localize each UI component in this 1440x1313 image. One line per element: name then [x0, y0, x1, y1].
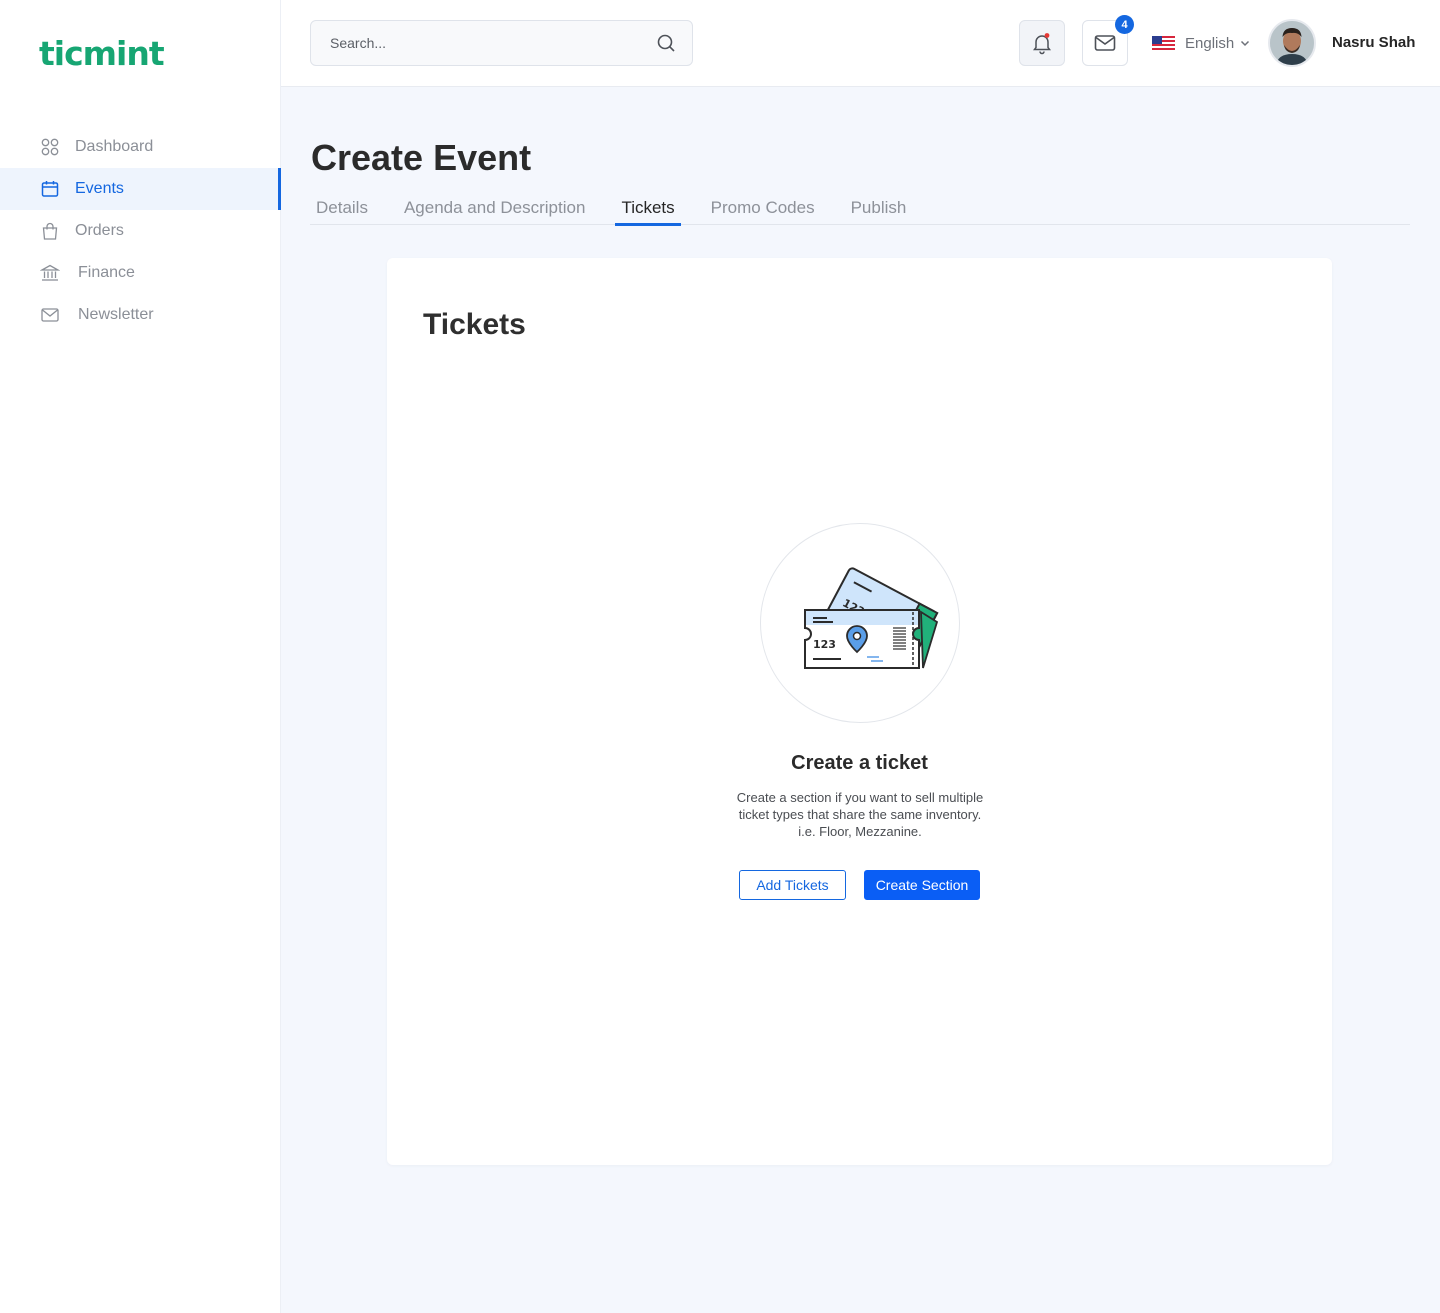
- page-title: Create Event: [311, 137, 532, 178]
- top-header: 4 English Nasru Shah: [281, 0, 1440, 87]
- sidebar: ticmint Dashboard Events Orders Finance …: [0, 0, 281, 1313]
- calendar-icon: [40, 179, 60, 199]
- language-label: English: [1185, 34, 1235, 52]
- mail-icon: [40, 305, 60, 325]
- tab-agenda-and-description[interactable]: Agenda and Description: [398, 196, 591, 225]
- tickets-illustration: 123 123: [760, 523, 960, 723]
- search-icon[interactable]: [656, 33, 676, 53]
- mail-icon: [1093, 31, 1117, 55]
- message-count-badge: 4: [1115, 15, 1134, 34]
- language-selector[interactable]: English: [1152, 31, 1251, 55]
- tab-publish[interactable]: Publish: [845, 196, 913, 225]
- shopping-bag-icon: [40, 221, 60, 241]
- messages-button[interactable]: 4: [1082, 15, 1134, 66]
- sidebar-item-orders[interactable]: Orders: [0, 210, 281, 252]
- user-avatar[interactable]: [1268, 19, 1316, 67]
- sidebar-item-label: Events: [75, 180, 124, 197]
- create-section-button[interactable]: Create Section: [864, 870, 980, 900]
- sidebar-item-newsletter[interactable]: Newsletter: [0, 294, 281, 336]
- sidebar-item-dashboard[interactable]: Dashboard: [0, 126, 281, 168]
- sidebar-item-label: Finance: [78, 264, 135, 281]
- us-flag-icon: [1152, 36, 1175, 50]
- brand-logo[interactable]: ticmint: [39, 34, 165, 73]
- bell-icon: [1030, 31, 1054, 55]
- sidebar-item-label: Dashboard: [75, 138, 154, 155]
- sidebar-item-label: Newsletter: [78, 306, 154, 323]
- user-name[interactable]: Nasru Shah: [1332, 34, 1415, 51]
- front-ticket-number: 123: [813, 638, 836, 651]
- notifications-button[interactable]: [1019, 20, 1065, 66]
- tab-promo-codes[interactable]: Promo Codes: [705, 196, 821, 225]
- bank-icon: [40, 263, 60, 283]
- sidebar-item-finance[interactable]: Finance: [0, 252, 281, 294]
- search-box: [310, 20, 693, 66]
- tab-details[interactable]: Details: [310, 196, 374, 225]
- ticket-icon: 123 123: [804, 567, 939, 669]
- tickets-card: Tickets 123 123 Create a ticket Create a…: [387, 258, 1332, 1165]
- empty-state-heading: Create a ticket: [791, 752, 928, 774]
- sidebar-nav: Dashboard Events Orders Finance Newslett…: [0, 126, 281, 336]
- search-input[interactable]: [330, 35, 656, 51]
- sidebar-item-label: Orders: [75, 222, 124, 239]
- card-title: Tickets: [423, 308, 526, 341]
- grid-icon: [40, 137, 60, 157]
- tab-tickets[interactable]: Tickets: [615, 196, 681, 226]
- empty-state-description: Create a section if you want to sell mul…: [736, 790, 984, 839]
- add-tickets-button[interactable]: Add Tickets: [739, 870, 846, 900]
- chevron-down-icon: [1239, 37, 1251, 49]
- event-tabs: Details Agenda and Description Tickets P…: [310, 196, 1410, 226]
- sidebar-item-events[interactable]: Events: [0, 168, 281, 210]
